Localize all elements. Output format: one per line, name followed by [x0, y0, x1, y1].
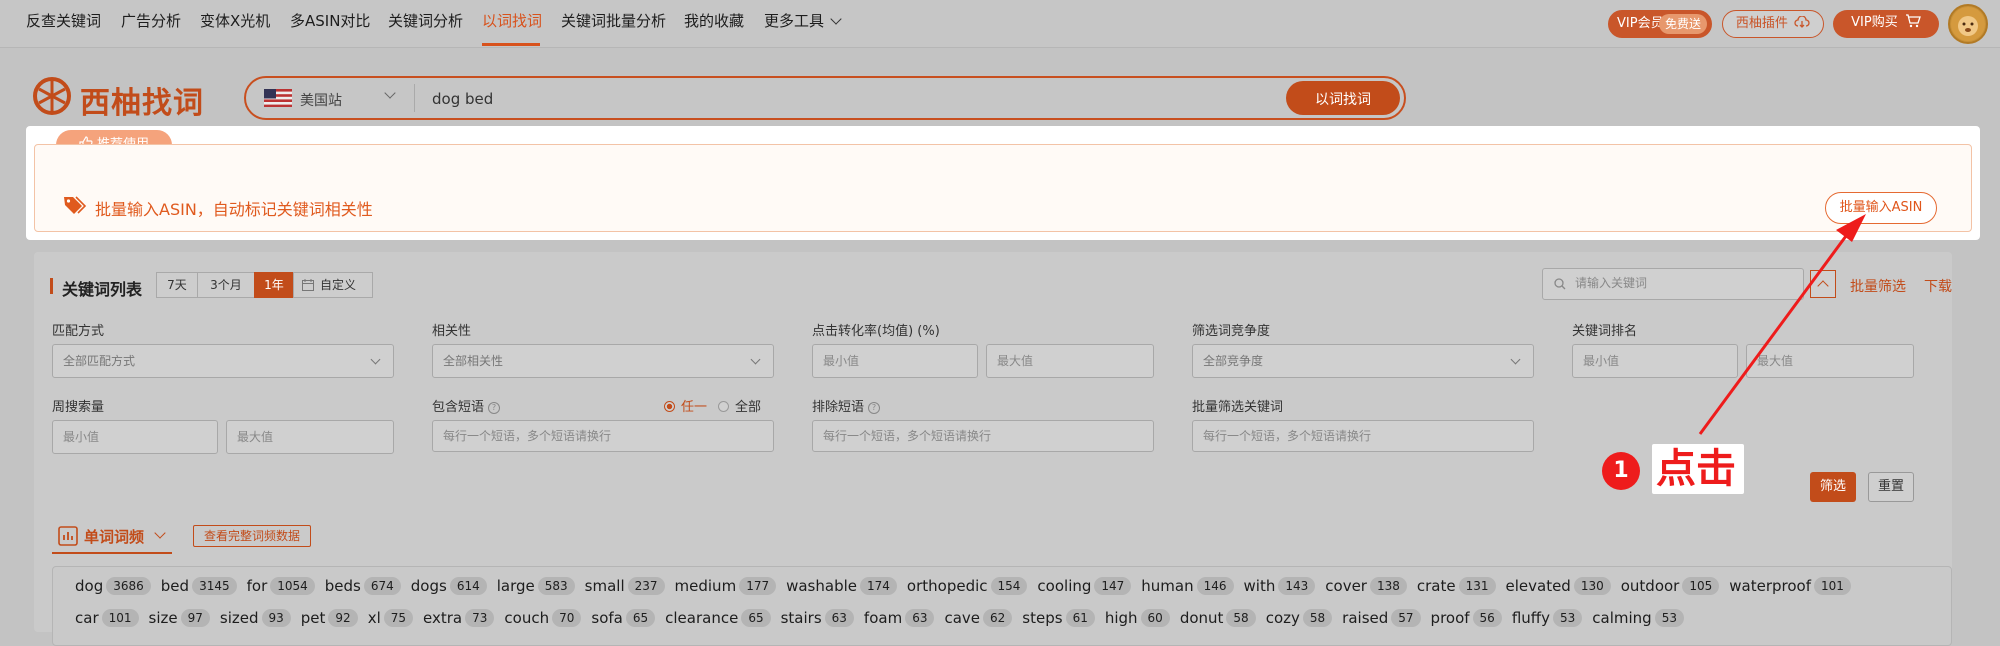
annotation-click-text: 点击 — [1656, 446, 1736, 492]
step-number-badge: 1 — [1602, 452, 1640, 490]
annotation-label-box: 点击 — [1652, 444, 1744, 494]
annotation-arrow — [1698, 214, 1866, 435]
